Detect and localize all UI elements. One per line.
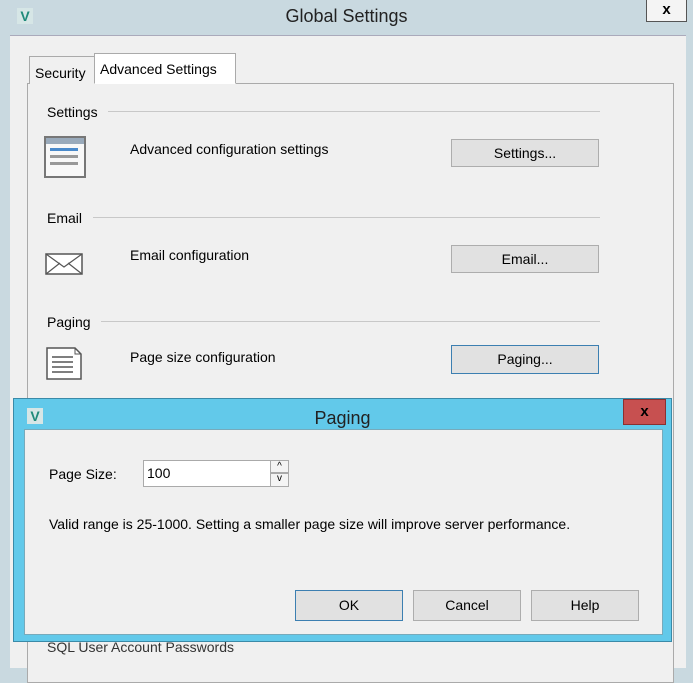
- dialog-client: Page Size: 100 ^ v Valid range is 25-100…: [24, 429, 663, 635]
- settings-description: Advanced configuration settings: [130, 141, 329, 157]
- cancel-button[interactable]: Cancel: [413, 590, 521, 621]
- email-button[interactable]: Email...: [451, 245, 599, 273]
- divider: [101, 321, 600, 322]
- help-button[interactable]: Help: [531, 590, 639, 621]
- paging-heading: Paging: [47, 314, 91, 330]
- list-window-icon: [44, 136, 86, 178]
- paging-button[interactable]: Paging...: [451, 345, 599, 374]
- tab-advanced-settings[interactable]: Advanced Settings: [94, 53, 236, 84]
- document-icon: [46, 347, 82, 380]
- spin-down-button[interactable]: v: [270, 473, 289, 487]
- info-text: Valid range is 25-1000. Setting a smalle…: [49, 516, 571, 532]
- ok-button[interactable]: OK: [295, 590, 403, 621]
- divider: [93, 217, 600, 218]
- dialog-title: Paging: [314, 408, 371, 428]
- settings-button[interactable]: Settings...: [451, 139, 599, 167]
- email-description: Email configuration: [130, 247, 250, 263]
- page-size-input[interactable]: 100: [143, 460, 271, 487]
- dialog-close-button[interactable]: x: [623, 399, 666, 425]
- email-heading: Email: [47, 210, 83, 226]
- envelope-icon: [45, 253, 83, 275]
- close-button[interactable]: x: [646, 0, 687, 22]
- window-title: Global Settings: [285, 6, 408, 26]
- tab-security[interactable]: Security: [29, 56, 95, 84]
- page-size-label: Page Size:: [49, 466, 117, 482]
- paging-description: Page size configuration: [130, 349, 276, 365]
- spin-up-button[interactable]: ^: [270, 460, 289, 473]
- divider: [108, 111, 600, 112]
- paging-dialog: V Paging x Page Size: 100 ^ v Valid rang…: [13, 398, 672, 642]
- settings-heading: Settings: [47, 104, 98, 120]
